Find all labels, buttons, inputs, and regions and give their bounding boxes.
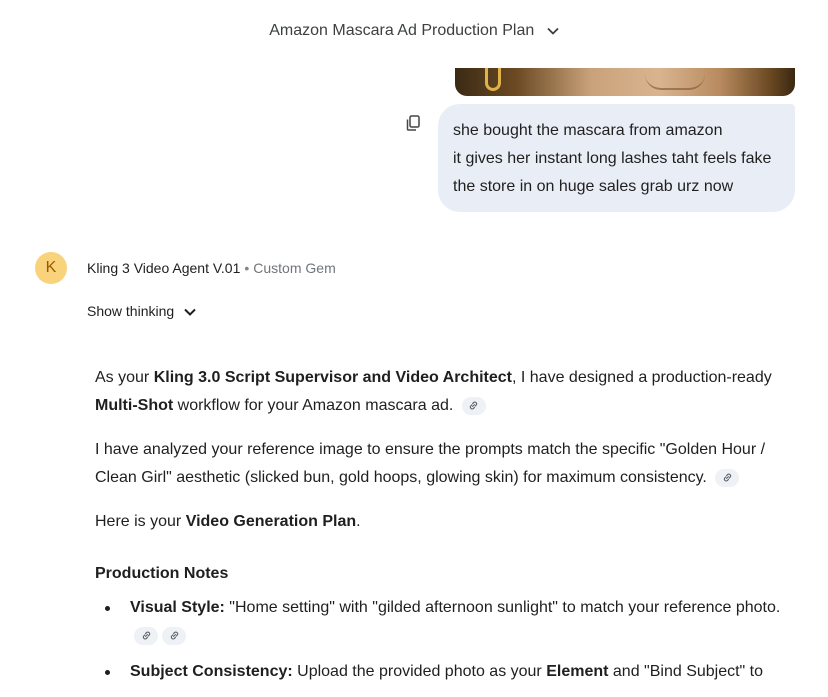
note-label: Visual Style: <box>130 599 225 616</box>
chevron-down-icon <box>547 27 559 35</box>
bold-text: Multi-Shot <box>95 397 174 414</box>
text-run: Here is your <box>95 513 186 530</box>
production-notes-list: Visual Style: "Home setting" with "gilde… <box>95 594 795 686</box>
note-label: Subject Consistency: <box>130 663 293 680</box>
conversation-title[interactable]: Amazon Mascara Ad Production Plan <box>0 22 828 40</box>
source-link-icon[interactable] <box>715 468 740 487</box>
list-item: Subject Consistency: Upload the provided… <box>95 658 795 686</box>
list-item: Visual Style: "Home setting" with "gilde… <box>95 594 795 650</box>
note-text: "Home setting" with "gilded afternoon su… <box>224 599 781 616</box>
conversation-title-text: Amazon Mascara Ad Production Plan <box>269 22 535 39</box>
section-heading: Production Notes <box>95 565 229 582</box>
agent-avatar: K <box>35 252 67 284</box>
text-run: workflow for your Amazon mascara ad. <box>173 397 454 414</box>
show-thinking-toggle[interactable]: Show thinking <box>87 303 196 319</box>
bold-text: Video Generation Plan <box>185 513 357 530</box>
bold-text: Kling 3.0 Script Supervisor and Video Ar… <box>153 369 512 386</box>
bold-text: Element <box>546 663 609 680</box>
user-message-line: the store in on huge sales grab urz now <box>453 178 734 195</box>
response-paragraph: Here is your Video Generation Plan. <box>95 508 795 536</box>
separator-dot: • <box>244 260 250 276</box>
source-link-icon[interactable] <box>461 396 486 415</box>
chevron-down-icon <box>184 303 196 319</box>
agent-header: Kling 3 Video Agent V.01 • Custom Gem <box>87 260 336 276</box>
reference-image[interactable] <box>455 68 795 96</box>
user-message-line: she bought the mascara from amazon <box>453 122 723 139</box>
response-paragraph: As your Kling 3.0 Script Supervisor and … <box>95 364 795 420</box>
agent-name: Kling 3 Video Agent V.01 <box>87 260 241 276</box>
note-text: and "Bind Subject" to <box>608 663 764 680</box>
agent-tag: Custom Gem <box>253 260 336 276</box>
text-run: , I have designed a production-ready <box>512 369 772 386</box>
note-text: Upload the provided photo as your <box>292 663 547 680</box>
response-paragraph: I have analyzed your reference image to … <box>95 436 795 492</box>
earring-detail <box>485 68 501 91</box>
user-message-line: it gives her instant long lashes taht fe… <box>453 150 772 167</box>
lip-shadow-detail <box>645 74 705 90</box>
source-link-icon[interactable] <box>134 626 158 645</box>
agent-response: As your Kling 3.0 Script Supervisor and … <box>95 364 795 694</box>
text-run: I have analyzed your reference image to … <box>95 441 766 486</box>
text-run: As your <box>95 369 154 386</box>
source-link-icon[interactable] <box>162 626 186 645</box>
show-thinking-label: Show thinking <box>87 303 175 319</box>
text-run: . <box>356 513 361 530</box>
user-message-bubble: she bought the mascara from amazon it gi… <box>438 104 795 212</box>
copy-icon[interactable] <box>404 114 422 132</box>
